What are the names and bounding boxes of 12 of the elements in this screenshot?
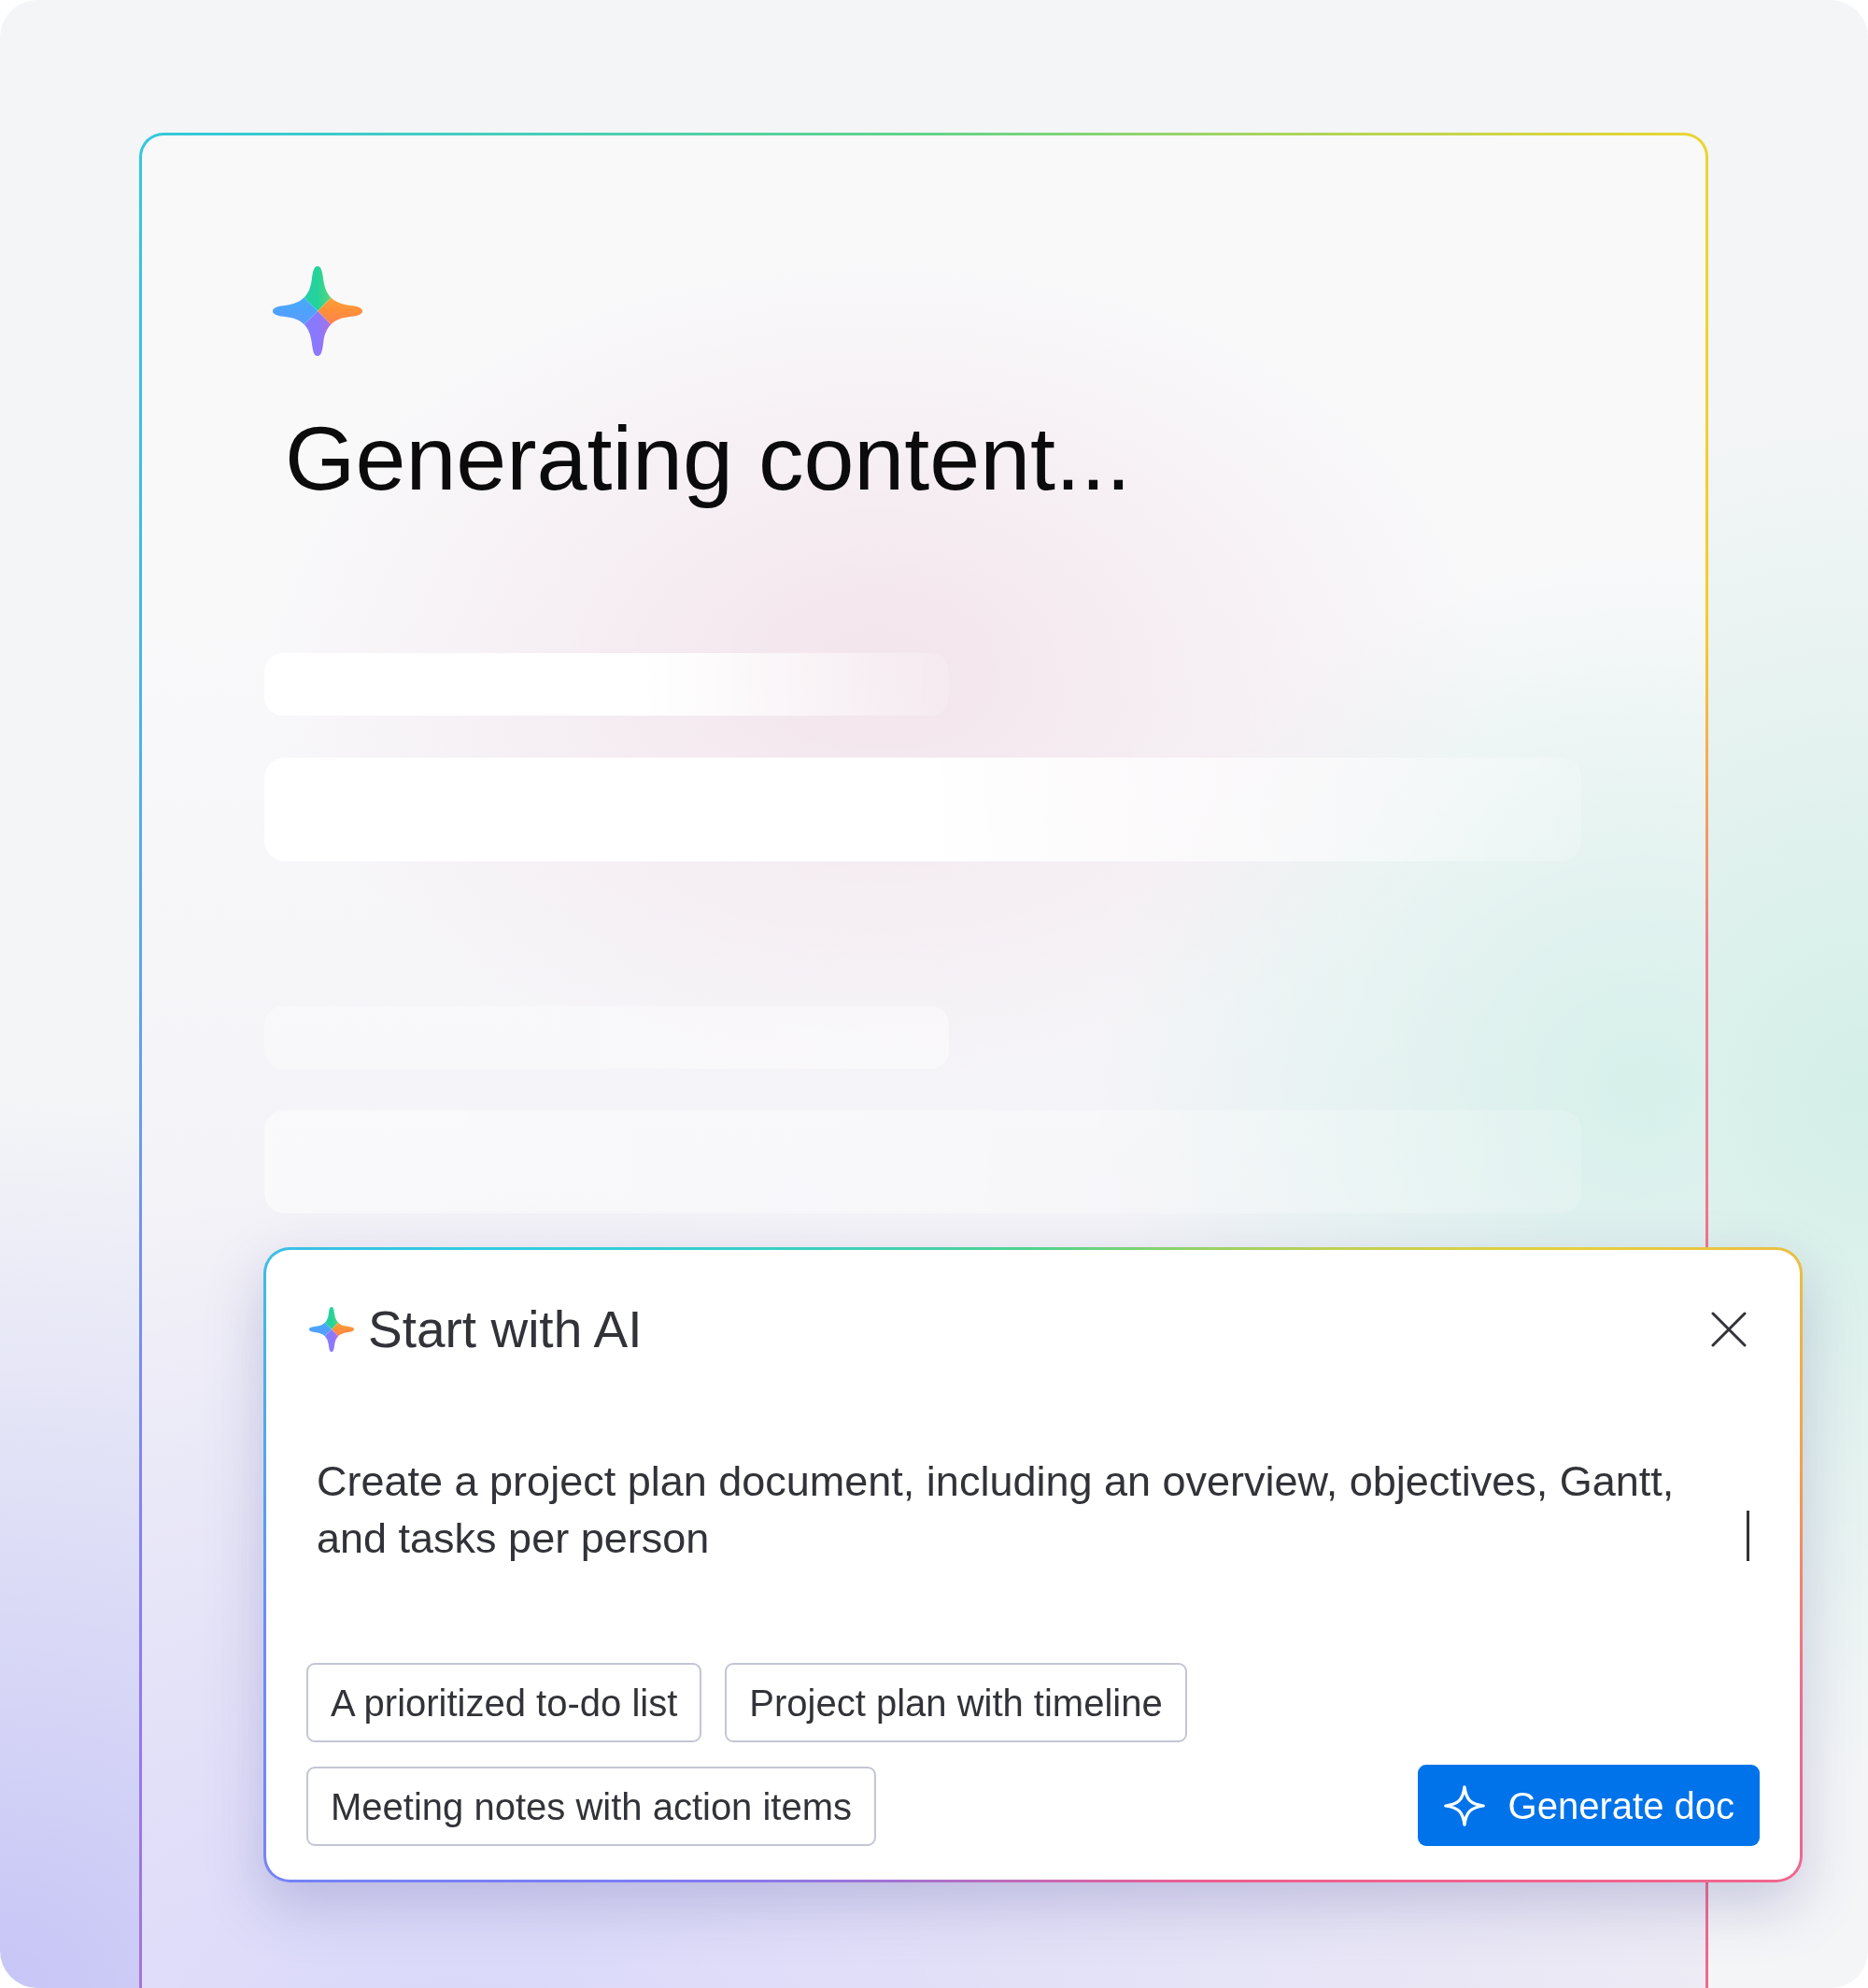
- sparkle-icon: [309, 1307, 354, 1352]
- close-icon: [1711, 1312, 1747, 1347]
- suggestion-chip[interactable]: Project plan with timeline: [725, 1663, 1187, 1742]
- generate-doc-button[interactable]: Generate doc: [1417, 1765, 1760, 1846]
- dialog-title: Start with AI: [368, 1299, 643, 1360]
- sparkle-icon: [273, 266, 362, 356]
- suggestion-chip[interactable]: A prioritized to-do list: [306, 1663, 702, 1742]
- prompt-field[interactable]: Create a project plan document, including an overview, objectives, Gantt, and tasks per person: [309, 1453, 1760, 1567]
- close-button[interactable]: [1711, 1312, 1747, 1347]
- page-heading: Generating content...: [285, 406, 1131, 511]
- sparkle-icon: [1442, 1783, 1486, 1827]
- suggestion-chip[interactable]: Meeting notes with action items: [306, 1767, 877, 1846]
